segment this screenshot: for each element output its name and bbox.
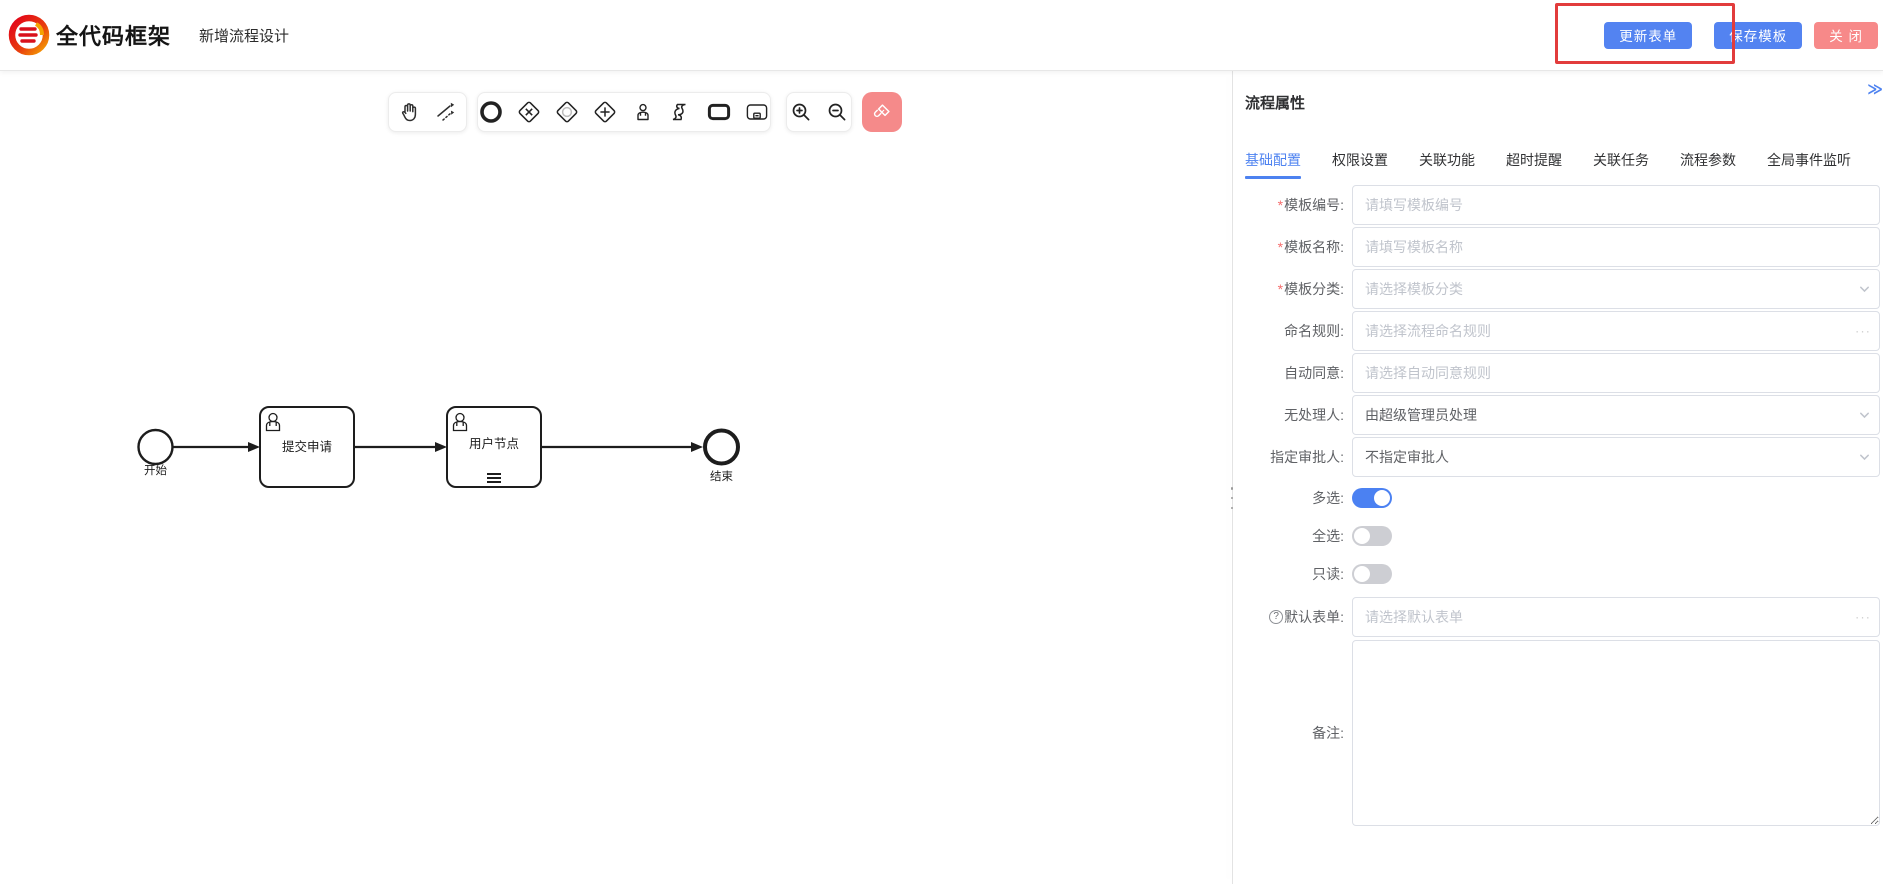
zoom-in-icon[interactable]	[788, 99, 814, 125]
edge-task1-task2[interactable]	[354, 442, 447, 452]
hand-tool-icon[interactable]	[397, 99, 423, 125]
field-label: 命名规则:	[1245, 321, 1344, 341]
field-label: *模板编号:	[1245, 195, 1344, 215]
tab-basic-config[interactable]: 基础配置	[1245, 150, 1301, 179]
subprocess-icon[interactable]	[744, 99, 770, 125]
logo-icon	[8, 14, 50, 56]
divider-drag-handle[interactable]	[1228, 487, 1236, 509]
template-name-input[interactable]	[1352, 227, 1880, 267]
select-all-toggle[interactable]	[1352, 526, 1392, 546]
inclusive-gateway-icon[interactable]	[554, 99, 580, 125]
form-row: *模板名称:	[1245, 227, 1880, 267]
field-label: 指定审批人:	[1245, 447, 1344, 467]
field-label: ? 默认表单:	[1245, 607, 1344, 627]
tab-related-task[interactable]: 关联任务	[1593, 150, 1649, 179]
app-title: 全代码框架	[56, 19, 171, 51]
svg-text:结束: 结束	[710, 470, 733, 483]
panel-tabs: 基础配置 权限设置 关联功能 超时提醒 关联任务 流程参数 全局事件监听	[1245, 150, 1851, 179]
form-row: 备注:	[1245, 639, 1880, 827]
form-row: *模板分类:	[1245, 269, 1880, 309]
remark-textarea[interactable]	[1352, 640, 1880, 826]
form-row: 自动同意:	[1245, 353, 1880, 393]
tab-permission[interactable]: 权限设置	[1332, 150, 1388, 179]
form-row: 全选:	[1245, 517, 1880, 555]
node-task-submit[interactable]: 提交申请	[260, 407, 354, 487]
bpmn-canvas[interactable]: 开始 提交申请	[0, 72, 1232, 884]
toolbar-card-select	[388, 92, 467, 132]
template-category-select[interactable]	[1352, 269, 1880, 309]
multi-select-toggle[interactable]	[1352, 488, 1392, 508]
field-label: *模板名称:	[1245, 237, 1344, 257]
toolbar-card-palette	[477, 92, 771, 132]
tab-related-function[interactable]: 关联功能	[1419, 150, 1475, 179]
auto-agree-input[interactable]	[1352, 353, 1880, 393]
start-event-icon[interactable]	[478, 99, 504, 125]
form-row: ? 默认表单: ···	[1245, 597, 1880, 637]
node-task-user[interactable]: 用户节点	[447, 407, 541, 487]
form-row: 多选:	[1245, 479, 1880, 517]
read-only-toggle[interactable]	[1352, 564, 1392, 584]
naming-rule-input[interactable]	[1352, 311, 1880, 351]
field-label: 自动同意:	[1245, 363, 1344, 383]
toolbar-card-zoom	[786, 92, 852, 132]
page-title: 新增流程设计	[199, 25, 289, 46]
panel-title: 流程属性	[1245, 92, 1305, 113]
header: 全代码框架 新增流程设计 更新表单 保存模板 关 闭	[0, 0, 1883, 71]
form-row: 指定审批人:	[1245, 437, 1880, 477]
field-label: 无处理人:	[1245, 405, 1344, 425]
edge-task2-end[interactable]	[541, 442, 703, 452]
field-label: 全选:	[1245, 526, 1344, 546]
connect-tool-icon[interactable]	[433, 99, 459, 125]
workflow-designer: 全代码框架 新增流程设计 更新表单 保存模板 关 闭	[0, 0, 1883, 884]
parallel-gateway-icon[interactable]	[592, 99, 618, 125]
tab-global-event-listener[interactable]: 全局事件监听	[1767, 150, 1851, 179]
panel-divider	[1232, 71, 1233, 884]
field-label: 只读:	[1245, 564, 1344, 584]
form-row: 无处理人:	[1245, 395, 1880, 435]
save-template-button[interactable]: 保存模板	[1714, 22, 1802, 49]
svg-text:用户节点: 用户节点	[469, 436, 519, 451]
brush-icon	[871, 101, 893, 123]
no-handler-select[interactable]	[1352, 395, 1880, 435]
collapse-panel-icon[interactable]: ≫	[1867, 80, 1881, 98]
field-label: 备注:	[1245, 723, 1344, 743]
user-task-icon[interactable]	[630, 99, 656, 125]
tab-process-params[interactable]: 流程参数	[1680, 150, 1736, 179]
assigned-approver-select[interactable]	[1352, 437, 1880, 477]
script-task-icon[interactable]	[668, 99, 694, 125]
basic-config-form: *模板编号: *模板名称: *模板分类: 命名规则:	[1245, 185, 1880, 827]
clear-tool-button[interactable]	[862, 92, 902, 132]
field-label: 多选:	[1245, 488, 1344, 508]
template-code-input[interactable]	[1352, 185, 1880, 225]
tab-timeout-reminder[interactable]: 超时提醒	[1506, 150, 1562, 179]
properties-panel: 流程属性 ≫ 基础配置 权限设置 关联功能 超时提醒 关联任务 流程参数 全局事…	[1233, 71, 1883, 884]
svg-text:开始: 开始	[144, 463, 167, 477]
bpmn-diagram: 开始 提交申请	[100, 402, 780, 532]
help-icon[interactable]: ?	[1269, 610, 1283, 624]
form-row: *模板编号:	[1245, 185, 1880, 225]
node-end-event[interactable]: 结束	[705, 431, 738, 484]
default-form-input[interactable]	[1352, 597, 1880, 637]
edge-start-task1[interactable]	[173, 442, 260, 452]
form-row: 只读:	[1245, 555, 1880, 593]
close-button[interactable]: 关 闭	[1814, 22, 1878, 49]
svg-text:提交申请: 提交申请	[282, 439, 332, 454]
update-form-button[interactable]: 更新表单	[1604, 22, 1692, 49]
field-label: *模板分类:	[1245, 279, 1344, 299]
zoom-out-icon[interactable]	[824, 99, 850, 125]
task-icon[interactable]	[706, 99, 732, 125]
form-row: 命名规则: ···	[1245, 311, 1880, 351]
node-start-event[interactable]: 开始	[139, 430, 173, 477]
exclusive-gateway-icon[interactable]	[516, 99, 542, 125]
